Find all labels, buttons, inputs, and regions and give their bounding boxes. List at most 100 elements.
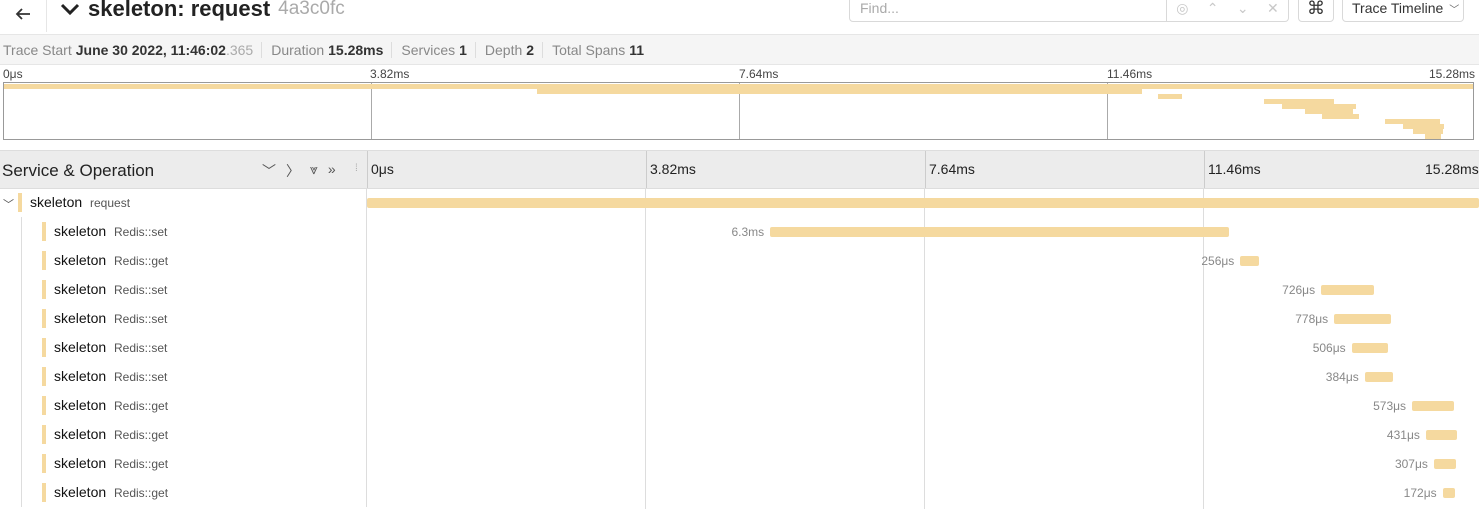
chevron-down-icon: ﹀: [1449, 4, 1460, 16]
span-row[interactable]: skeleton Redis::set 726μs: [0, 275, 1479, 304]
span-bar[interactable]: [1240, 256, 1259, 266]
span-row-timeline[interactable]: 573μs: [367, 391, 1479, 420]
minimap-span-bar: [1424, 134, 1442, 139]
span-duration-label: 307μs: [1394, 457, 1428, 471]
service-color-marker: [42, 454, 46, 473]
span-duration-label: 506μs: [1312, 341, 1346, 355]
indent-guide: [21, 275, 22, 304]
span-row[interactable]: skeleton Redis::set 6.3ms: [0, 217, 1479, 246]
find-input[interactable]: [849, 0, 1167, 22]
span-row-label[interactable]: skeleton Redis::get: [0, 449, 367, 478]
expand-one-icon[interactable]: 〉: [286, 161, 300, 181]
locate-icon[interactable]: ◎: [1176, 0, 1188, 17]
trace-title-toggle[interactable]: skeleton: request 4a3c0fc: [60, 0, 345, 24]
minimap-canvas[interactable]: [3, 82, 1474, 140]
span-bar[interactable]: [367, 198, 1479, 208]
service-name: skeleton: [54, 281, 107, 297]
collapse-one-icon[interactable]: ﹀: [262, 161, 276, 181]
span-bar[interactable]: [1442, 488, 1456, 498]
span-row[interactable]: skeleton Redis::get 573μs: [0, 391, 1479, 420]
span-row-timeline[interactable]: 384μs: [367, 362, 1479, 391]
minimap-span-bar: [1157, 94, 1183, 99]
indent-guide: [21, 449, 22, 478]
divider: [261, 41, 263, 58]
span-row-label[interactable]: skeleton Redis::set: [0, 275, 367, 304]
resize-handle-icon[interactable]: ⁞: [355, 163, 358, 174]
span-row-timeline[interactable]: 172μs: [367, 478, 1479, 507]
span-row-timeline[interactable]: 778μs: [367, 304, 1479, 333]
chevron-down-icon[interactable]: ﹀: [3, 196, 14, 212]
span-row[interactable]: skeleton Redis::get 431μs: [0, 420, 1479, 449]
chevron-down-icon: [60, 3, 80, 16]
keyboard-shortcuts-button[interactable]: ⌘: [1298, 0, 1334, 22]
timeline-gridline: [925, 151, 926, 188]
span-bar[interactable]: [1425, 430, 1458, 440]
trace-minimap[interactable]: 0μs 3.82ms 7.64ms 11.46ms 15.28ms: [0, 65, 1479, 145]
trace-start-ms: .365: [225, 41, 254, 58]
trace-header: skeleton: request 4a3c0fc ◎ ⌃ ⌄ ✕ ⌘ Trac…: [0, 0, 1479, 35]
span-row-timeline[interactable]: 726μs: [367, 275, 1479, 304]
service-name: skeleton: [54, 223, 107, 239]
timeline-tick: 15.28ms: [1425, 161, 1479, 177]
service-color-marker: [42, 309, 46, 328]
depth: Depth 2: [484, 41, 535, 58]
span-bar[interactable]: [1334, 314, 1391, 324]
span-row-timeline[interactable]: 506μs: [367, 333, 1479, 362]
view-select[interactable]: Trace Timeline ﹀: [1342, 0, 1464, 22]
span-row-label[interactable]: skeleton Redis::set: [0, 362, 367, 391]
timeline-tick: 7.64ms: [929, 161, 975, 177]
timeline-tick: 11.46ms: [1208, 161, 1261, 177]
back-button[interactable]: [0, 0, 47, 32]
span-row-timeline[interactable]: [367, 188, 1479, 217]
span-row-label[interactable]: skeleton Redis::get: [0, 246, 367, 275]
span-bar[interactable]: [1433, 459, 1457, 469]
span-row-label[interactable]: skeleton Redis::set: [0, 304, 367, 333]
collapse-controls: ﹀ 〉 ⩔ »: [262, 161, 336, 181]
divider: [474, 41, 476, 58]
span-row[interactable]: skeleton Redis::set 506μs: [0, 333, 1479, 362]
timeline-header: Service & Operation ﹀ 〉 ⩔ » ⁞ 0μs 3.82ms…: [0, 150, 1479, 189]
operation-name: Redis::get: [114, 399, 169, 413]
service-name: skeleton: [54, 310, 107, 326]
span-row[interactable]: skeleton Redis::set 778μs: [0, 304, 1479, 333]
timeline-tick: 3.82ms: [650, 161, 696, 177]
service-color-marker: [42, 367, 46, 386]
span-row-label[interactable]: skeleton Redis::set: [0, 333, 367, 362]
span-row-timeline[interactable]: 6.3ms: [367, 217, 1479, 246]
prev-match-icon[interactable]: ⌃: [1207, 0, 1219, 17]
operation-name: Redis::set: [114, 312, 168, 326]
trace-start-value: June 30 2022, 11:46:02: [75, 41, 226, 58]
span-row[interactable]: ﹀ skeleton request: [0, 188, 1479, 217]
next-match-icon[interactable]: ⌄: [1237, 0, 1249, 17]
span-bar[interactable]: [1321, 285, 1374, 295]
span-row-label[interactable]: skeleton Redis::set: [0, 217, 367, 246]
trace-start: Trace Start June 30 2022, 11:46:02.365: [3, 41, 254, 58]
span-bar[interactable]: [1364, 372, 1393, 382]
service-name: skeleton: [54, 455, 107, 471]
find-controls: ◎ ⌃ ⌄ ✕: [1167, 0, 1289, 22]
span-row-label[interactable]: skeleton Redis::get: [0, 420, 367, 449]
span-row-label[interactable]: ﹀ skeleton request: [0, 188, 367, 217]
span-row-label[interactable]: skeleton Redis::get: [0, 391, 367, 420]
indent-guide: [21, 246, 22, 275]
span-row[interactable]: skeleton Redis::get 307μs: [0, 449, 1479, 478]
span-row[interactable]: skeleton Redis::set 384μs: [0, 362, 1479, 391]
span-bar[interactable]: [1351, 343, 1389, 353]
expand-all-icon[interactable]: »: [328, 161, 336, 181]
operation-name: request: [90, 196, 131, 210]
span-row-label[interactable]: skeleton Redis::get: [0, 478, 367, 507]
column-title: Service & Operation: [2, 161, 155, 180]
indent-guide: [21, 217, 22, 246]
span-row-timeline[interactable]: 307μs: [367, 449, 1479, 478]
clear-search-icon[interactable]: ✕: [1267, 0, 1279, 17]
service-name: skeleton: [54, 426, 107, 442]
span-bar[interactable]: [770, 227, 1229, 237]
minimap-tick: 7.64ms: [739, 67, 779, 81]
span-row[interactable]: skeleton Redis::get 256μs: [0, 246, 1479, 275]
span-bar[interactable]: [1412, 401, 1454, 411]
collapse-all-icon[interactable]: ⩔: [310, 161, 318, 181]
span-duration-label: 778μs: [1295, 312, 1329, 326]
span-row[interactable]: skeleton Redis::get 172μs: [0, 478, 1479, 507]
span-row-timeline[interactable]: 256μs: [367, 246, 1479, 275]
span-row-timeline[interactable]: 431μs: [367, 420, 1479, 449]
